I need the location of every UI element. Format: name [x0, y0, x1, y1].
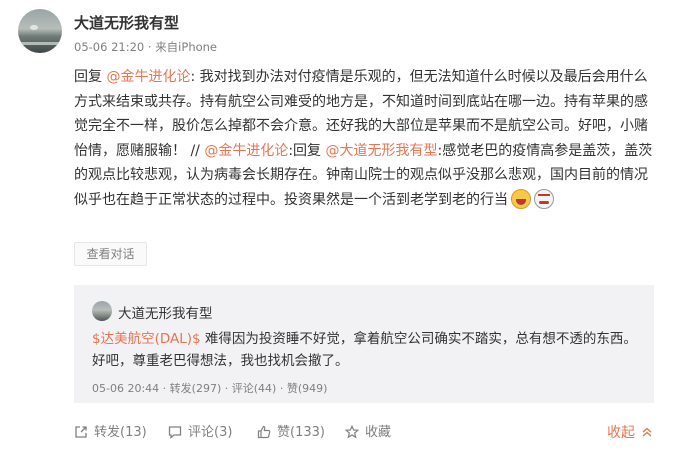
comment-label: 评论(3)	[188, 425, 233, 440]
view-conversation-button[interactable]: 查看对话	[74, 242, 147, 266]
repost-username[interactable]: 大道无形我有型	[118, 302, 213, 322]
post-meta: 05-06 21:20 · 来自iPhone	[74, 39, 217, 55]
laugh-emoji-icon	[511, 188, 531, 209]
collapse-button[interactable]: 收起	[607, 424, 653, 442]
mention-link[interactable]: @金牛进化论	[106, 69, 190, 85]
meta-separator: ·	[279, 382, 287, 395]
repost-content: $达美航空(DAL)$ 难得因为投资睡不好觉，拿着航空公司确实不踏实，总有想不透…	[92, 328, 640, 372]
thumbs-up-icon	[257, 425, 271, 439]
repost-meta: 05-06 20:44 · 转发(297) · 评论(44) · 赞(949)	[92, 380, 327, 396]
post-time[interactable]: 05-06 21:20	[74, 40, 144, 54]
like-button[interactable]: 赞(133)	[257, 424, 325, 442]
forward-icon	[75, 426, 87, 438]
reply-prefix: 回复	[74, 69, 102, 85]
stock-link[interactable]: $达美航空(DAL)$	[92, 331, 201, 347]
username[interactable]: 大道无形我有型	[74, 12, 179, 33]
meta-separator: ·	[162, 382, 170, 395]
avatar-road	[18, 42, 62, 45]
mention-link[interactable]: @金牛进化论	[204, 143, 288, 159]
content-text: :回复	[288, 142, 322, 159]
repost-avatar[interactable]	[92, 301, 112, 321]
post-source: 来自iPhone	[155, 40, 218, 54]
collapse-label: 收起	[607, 425, 635, 441]
action-bar: 转发(13) 评论(3) 赞(133) 收藏 收起	[0, 412, 676, 452]
post-content: 回复 @金牛进化论: 我对找到办法对付疫情是乐观的，但无法知道什么时候以及最后会…	[74, 65, 660, 213]
comment-button[interactable]: 评论(3)	[168, 424, 232, 442]
smirk-emoji-icon	[534, 188, 554, 209]
comment-icon	[168, 426, 182, 439]
avatar-sun	[30, 25, 38, 30]
forward-button[interactable]: 转发(13)	[74, 424, 147, 442]
forward-label: 转发(13)	[94, 425, 147, 440]
avatar[interactable]	[18, 9, 62, 53]
chevron-up-icon	[642, 427, 652, 437]
favorite-button[interactable]: 收藏	[345, 424, 391, 442]
like-label: 赞(133)	[277, 425, 325, 440]
weibo-post: 大道无形我有型 05-06 21:20 · 来自iPhone 回复 @金牛进化论…	[0, 0, 676, 458]
favorite-label: 收藏	[365, 425, 392, 440]
repost-comment-count[interactable]: 评论(44)	[232, 382, 277, 395]
repost-like-count[interactable]: 赞(949)	[287, 382, 328, 395]
repost-time[interactable]: 05-06 20:44	[92, 382, 159, 395]
star-icon	[345, 425, 359, 439]
repost-forward-count[interactable]: 转发(297)	[170, 382, 222, 395]
meta-separator: ·	[224, 382, 232, 395]
mention-link[interactable]: @大道无形我有型	[326, 143, 438, 159]
reposted-post: 大道无形我有型 $达美航空(DAL)$ 难得因为投资睡不好觉，拿着航空公司确实不…	[74, 285, 654, 403]
